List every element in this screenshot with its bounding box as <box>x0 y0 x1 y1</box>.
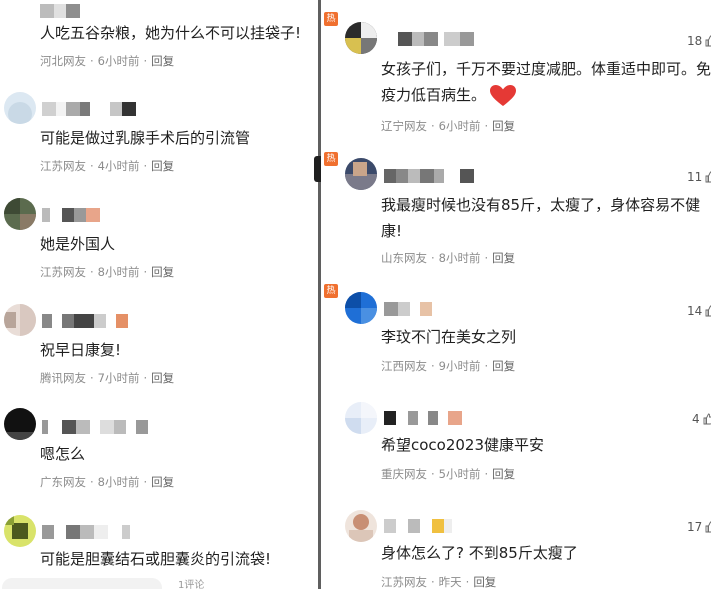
reply-button[interactable]: 回复 <box>151 475 174 489</box>
comment-meta: 广东网友 · 8小时前 · 回复 <box>40 475 175 489</box>
hot-badge: 热 <box>324 284 338 298</box>
comment-region: 河北网友 <box>40 54 86 68</box>
comment-meta: 腾讯网友 · 7小时前 · 回复 <box>40 371 175 385</box>
reply-button[interactable]: 回复 <box>473 575 496 589</box>
username-blurred <box>384 302 432 316</box>
like-button[interactable]: 17 <box>687 520 711 534</box>
comment-time: 6小时前 <box>97 54 140 68</box>
comment-time: 8小时前 <box>97 475 140 489</box>
avatar[interactable] <box>345 22 377 54</box>
avatar[interactable] <box>4 304 36 336</box>
like-count: 17 <box>687 520 703 534</box>
comment-region: 重庆网友 <box>381 467 427 481</box>
comment-time: 7小时前 <box>97 371 140 385</box>
comment-time: 8小时前 <box>438 251 481 265</box>
comment-time: 8小时前 <box>97 265 140 279</box>
avatar[interactable] <box>345 402 377 434</box>
comment-text: 嗯怎么 <box>40 445 86 463</box>
right-comment-list[interactable]: 热 18 女孩子们，千万不要过度减肥。体重适中即可。免疫力低百病生。 辽宁网友 ·… <box>321 0 711 589</box>
comment-region: 山东网友 <box>381 251 427 265</box>
comment-region: 江苏网友 <box>381 575 427 589</box>
comment-count: 1评论 <box>178 580 205 589</box>
reply-button[interactable]: 回复 <box>151 159 174 173</box>
username-blurred <box>42 102 136 116</box>
comment-text: 希望coco2023健康平安 <box>381 436 545 454</box>
comment-input-bar[interactable]: 1评论 <box>0 578 318 589</box>
thumbs-up-icon <box>703 413 711 425</box>
comment-time: 9小时前 <box>438 359 481 373</box>
comment-meta: 江苏网友 · 昨天 · 回复 <box>381 575 497 589</box>
username-blurred <box>42 314 128 328</box>
username-blurred <box>42 525 130 539</box>
comment-meta: 山东网友 · 8小时前 · 回复 <box>381 251 516 265</box>
comment-text: 祝早日康复! <box>40 341 122 359</box>
comment-region: 江西网友 <box>381 359 427 373</box>
hot-badge: 热 <box>324 12 338 26</box>
avatar[interactable] <box>4 515 36 547</box>
comment-text: 李玟不门在美女之列 <box>381 328 517 346</box>
comment-region: 江苏网友 <box>40 265 86 279</box>
like-button[interactable]: 18 <box>687 34 711 48</box>
left-comment-list[interactable]: 人吃五谷杂粮，她为什么不可以挂袋子! 河北网友 · 6小时前 · 回复 可能是做过乳腺手… <box>0 0 318 589</box>
like-button[interactable]: 4 <box>692 412 711 426</box>
reply-button[interactable]: 回复 <box>492 119 515 133</box>
like-count: 11 <box>687 170 703 184</box>
like-count: 14 <box>687 304 703 318</box>
comment-meta: 河北网友 · 6小时前 · 回复 <box>40 54 175 68</box>
comment-region: 江苏网友 <box>40 159 86 173</box>
avatar[interactable] <box>4 198 36 230</box>
avatar[interactable] <box>345 292 377 324</box>
reply-button[interactable]: 回复 <box>151 265 174 279</box>
reply-button[interactable]: 回复 <box>492 467 515 481</box>
reply-button[interactable]: 回复 <box>151 371 174 385</box>
username-blurred <box>42 420 148 434</box>
username-blurred <box>384 519 452 533</box>
reply-button[interactable]: 回复 <box>492 359 515 373</box>
comment-text: 我最瘦时候也没有85斤，太瘦了，身体容易不健康! <box>381 196 701 240</box>
comment-region: 辽宁网友 <box>381 119 427 133</box>
comment-meta: 江苏网友 · 8小时前 · 回复 <box>40 265 175 279</box>
thumbs-up-icon <box>705 171 711 183</box>
hot-badge: 热 <box>324 152 338 166</box>
like-count: 4 <box>692 412 700 426</box>
comment-region: 腾讯网友 <box>40 371 86 385</box>
comment-text: 人吃五谷杂粮，她为什么不可以挂袋子! <box>40 24 302 42</box>
avatar[interactable] <box>4 408 36 440</box>
thumbs-up-icon <box>705 305 711 317</box>
comment-text: 可能是胆囊结石或胆囊炎的引流袋! <box>40 550 272 568</box>
comment-text: 女孩子们，千万不要过度减肥。体重适中即可。免疫力低百病生。 <box>381 56 711 108</box>
reply-button[interactable]: 回复 <box>492 251 515 265</box>
avatar[interactable] <box>345 158 377 190</box>
username-blurred <box>384 169 474 183</box>
comment-text: 身体怎么了? 不到85斤太瘦了 <box>381 544 578 562</box>
comment-meta: 重庆网友 · 5小时前 · 回复 <box>381 467 516 481</box>
thumbs-up-icon <box>705 35 711 47</box>
reply-button[interactable]: 回复 <box>151 54 174 68</box>
comment-time: 6小时前 <box>438 119 481 133</box>
username-blurred <box>42 208 100 222</box>
like-button[interactable]: 11 <box>687 170 711 184</box>
comment-text: 可能是做过乳腺手术后的引流管 <box>40 129 251 147</box>
like-count: 18 <box>687 34 703 48</box>
username-blurred <box>384 411 462 425</box>
comment-text: 她是外国人 <box>40 235 116 253</box>
comment-meta: 辽宁网友 · 6小时前 · 回复 <box>381 119 516 133</box>
comment-meta: 江苏网友 · 4小时前 · 回复 <box>40 159 175 173</box>
comment-text-content: 女孩子们，千万不要过度减肥。体重适中即可。免疫力低百病生。 <box>381 60 711 104</box>
comment-region: 广东网友 <box>40 475 86 489</box>
comment-input[interactable] <box>2 578 162 589</box>
like-button[interactable]: 14 <box>687 304 711 318</box>
comment-time: 5小时前 <box>438 467 481 481</box>
comment-meta: 江西网友 · 9小时前 · 回复 <box>381 359 516 373</box>
heart-icon <box>490 84 517 106</box>
avatar[interactable] <box>4 92 36 124</box>
username-blurred <box>384 32 474 46</box>
username-blurred <box>40 4 80 18</box>
thumbs-up-icon <box>705 521 711 533</box>
comment-time: 昨天 <box>438 575 462 589</box>
comment-time: 4小时前 <box>97 159 140 173</box>
avatar[interactable] <box>345 510 377 542</box>
